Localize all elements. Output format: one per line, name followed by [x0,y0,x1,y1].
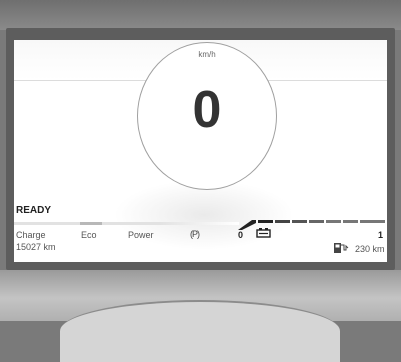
park-brake-icon: (P) [190,229,200,239]
steering-column-curve [60,300,340,362]
eco-zone-marker [80,222,102,225]
charge-label: Charge [16,230,46,240]
power-bar-fade [159,222,239,225]
gauge-max-value: 1 [378,230,384,240]
speed-value: 0 [192,81,222,139]
gauge-min-value: 0 [238,230,244,240]
odometer: 15027 km [16,242,56,252]
fuel-pump-icon [334,243,349,253]
speed-unit: km/h [198,50,216,59]
range-value: 230 km [355,244,385,254]
battery-icon [256,228,271,238]
power-label: Power [128,230,154,240]
ready-indicator: READY [16,205,52,216]
instrument-display: km/h 0 READY Charge Eco Power 15027 km (… [14,40,387,262]
dashboard-bezel-top [0,0,401,30]
eco-label: Eco [81,230,97,240]
